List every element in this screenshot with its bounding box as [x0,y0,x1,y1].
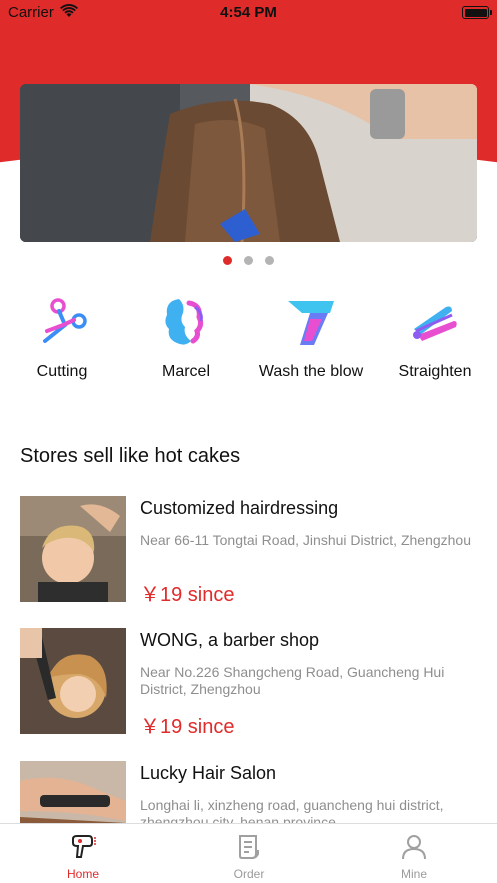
curly-hair-icon [165,299,204,345]
store-name: WONG, a barber shop [140,630,320,650]
store-price: ￥19 since [140,584,235,606]
banner-haircut-image [20,84,477,242]
category-label: Straighten [398,363,472,380]
banner-carousel[interactable] [20,84,477,242]
store-card[interactable]: WONG, a barber shop Near No.226 Shangche… [0,628,497,738]
category-wash-the-blow[interactable]: Wash the blow [249,295,373,381]
store-name: Lucky Hair Salon [140,763,277,783]
section-title: Stores sell like hot cakes [20,445,241,467]
scissors-comb-icon [43,298,87,343]
store-address: Near 66-11 Tongtai Road, Jinshui Distric… [140,532,471,548]
order-list-icon [239,835,259,859]
category-label: Marcel [161,363,210,380]
hair-dryer-icon [288,301,334,345]
tab-label: Home [66,867,99,881]
tab-mine[interactable]: Mine [331,824,497,883]
store-name: Customized hairdressing [140,498,339,518]
tab-label: Mine [400,867,427,881]
category-grid: Cutting Marcel Wash the blow Straighten [0,295,497,385]
store-price: ￥19 since [140,716,235,738]
tab-home[interactable]: Home [0,824,166,883]
category-cutting[interactable]: Cutting [0,295,124,381]
hair-dryer-icon [72,835,96,858]
carousel-dot[interactable] [244,256,253,265]
store-card[interactable]: Customized hairdressing Near 66-11 Tongt… [0,496,497,606]
store-thumbnail [20,496,126,602]
category-label: Wash the blow [258,363,364,380]
carousel-pagination [0,256,497,265]
status-bar: Carrier 4:54 PM [0,0,497,26]
category-straighten[interactable]: Straighten [373,295,497,381]
battery-icon [462,6,492,19]
category-marcel[interactable]: Marcel [124,295,248,381]
store-thumbnail [20,628,126,734]
tab-order[interactable]: Order [166,824,332,883]
tab-label: Order [233,867,265,881]
carousel-dot[interactable] [265,256,274,265]
tab-bar: Home Order Mine [0,823,497,883]
hair-straightener-icon [413,306,457,341]
carousel-dot[interactable] [223,256,232,265]
category-label: Cutting [36,363,88,380]
status-time: 4:54 PM [220,4,277,21]
person-icon [402,835,426,860]
store-address: Near No.226 Shangcheng Road, Guancheng H… [140,664,445,697]
